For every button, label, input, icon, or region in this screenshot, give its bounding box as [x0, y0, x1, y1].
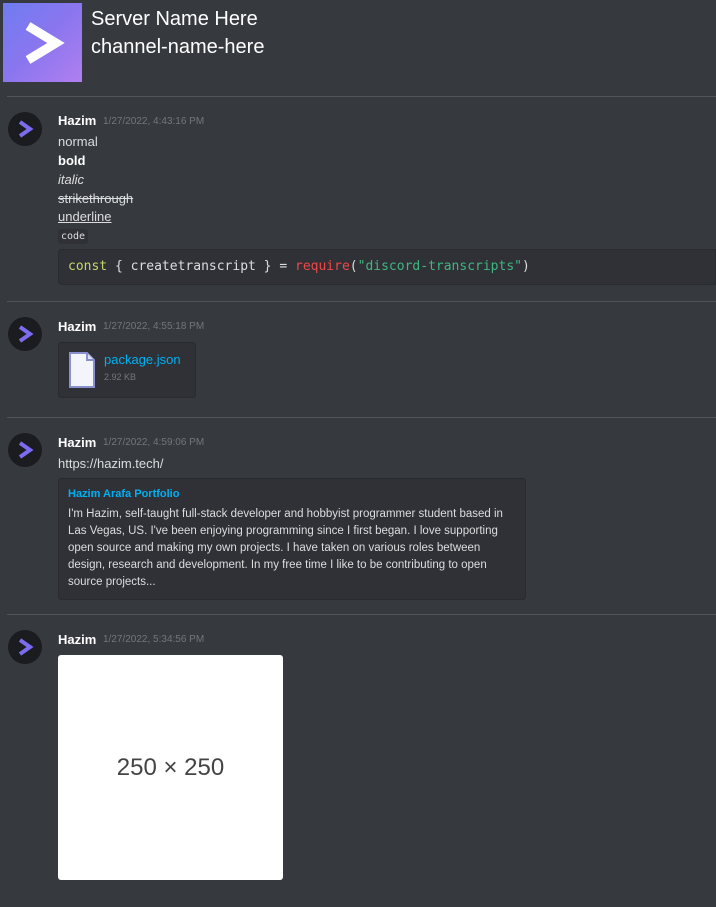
code-function: require: [295, 259, 350, 274]
avatar[interactable]: [8, 317, 42, 351]
code-block: const { createtranscript } = require("di…: [58, 249, 716, 285]
code-punct: (: [349, 259, 358, 274]
timestamp: 1/27/2022, 4:59:06 PM: [103, 437, 205, 448]
code-punct: ): [522, 259, 530, 274]
author-name[interactable]: Hazim: [58, 435, 96, 450]
embed-description: I'm Hazim, self-taught full-stack develo…: [68, 508, 503, 588]
chevron-right-icon: [18, 325, 34, 343]
author-name[interactable]: Hazim: [58, 632, 96, 647]
embed-title[interactable]: Hazim Arafa Portfolio: [68, 488, 179, 500]
chevron-right-icon: [18, 638, 34, 656]
file-attachment[interactable]: package.json 2.92 KB: [58, 342, 196, 398]
timestamp: 1/27/2022, 4:43:16 PM: [103, 116, 205, 127]
avatar[interactable]: [8, 433, 42, 467]
avatar[interactable]: [8, 630, 42, 664]
code-punct: {: [107, 259, 131, 274]
image-attachment[interactable]: 250 × 250: [58, 655, 283, 880]
author-name[interactable]: Hazim: [58, 319, 96, 334]
channel-header: Server Name Here channel-name-here: [0, 0, 716, 96]
text-underline: underline: [58, 209, 112, 224]
text-bold: bold: [58, 153, 86, 168]
author-name[interactable]: Hazim: [58, 113, 96, 128]
chevron-right-icon: [18, 120, 34, 138]
text-italic: italic: [58, 172, 85, 187]
code-punct: } =: [255, 259, 295, 274]
message-link[interactable]: https://hazim.tech/: [58, 456, 164, 471]
text-normal: normal: [58, 134, 98, 149]
chevron-right-icon: [25, 21, 65, 64]
code-identifier: createtranscript: [130, 259, 256, 274]
image-placeholder-text: 250 × 250: [116, 753, 225, 781]
server-icon[interactable]: [3, 3, 82, 82]
channel-name: channel-name-here: [91, 36, 265, 58]
divider: [7, 417, 716, 418]
file-icon: [69, 352, 95, 388]
text-strikethrough: strikethrough: [58, 191, 134, 206]
divider: [7, 96, 716, 97]
file-name-link[interactable]: package.json: [104, 352, 181, 367]
divider: [7, 301, 716, 302]
avatar[interactable]: [8, 112, 42, 146]
chevron-right-icon: [18, 441, 34, 459]
server-name: Server Name Here: [91, 8, 258, 30]
inline-code: code: [58, 229, 89, 244]
link-embed: Hazim Arafa Portfolio I'm Hazim, self-ta…: [58, 478, 526, 600]
timestamp: 1/27/2022, 5:34:56 PM: [103, 634, 205, 645]
timestamp: 1/27/2022, 4:55:18 PM: [103, 321, 205, 332]
code-string: "discord-transcripts": [357, 259, 522, 274]
code-keyword: const: [68, 259, 108, 274]
divider: [7, 614, 716, 615]
file-size: 2.92 KB: [104, 372, 137, 382]
